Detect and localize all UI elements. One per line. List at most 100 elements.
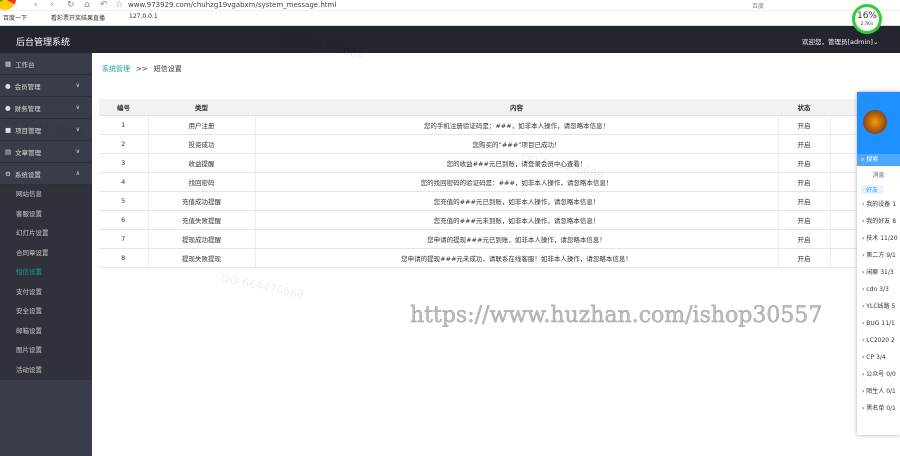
url-field[interactable]: www.973929.com/chuhzg19vgabxm/system_mes… [128, 1, 336, 9]
submenu-security[interactable]: 安全设置 [0, 302, 92, 322]
sidebar-item-finance[interactable]: ● 财务管理 ∨ [0, 97, 92, 119]
column-header: 内容 [255, 99, 778, 116]
cell-status: 开启 [778, 210, 831, 230]
qq-group[interactable]: › cdn 3/3 [857, 281, 900, 298]
breadcrumb: 系统管理 >> 短信设置 [102, 64, 182, 74]
qq-group[interactable]: › CP 3/4 [857, 349, 900, 366]
chevron-down-icon: ∨ [75, 82, 80, 89]
watermark: QQ-664470688 [219, 271, 306, 302]
table-row[interactable]: 6充值失败提醒您充值的###元未到账，如非本人操作，请忽略本信息！开启18 [99, 210, 899, 230]
sidebar-label: 财务管理 [14, 104, 41, 113]
sidebar-item-dashboard[interactable]: ▦ 工作台 [0, 53, 92, 75]
cell-status: 开启 [778, 191, 831, 211]
address-bar: ‹ › ↻ ⌂ ↶ ☆ www.973929.com/chuhzg19vgabx… [0, 0, 900, 11]
sidebar-item-projects[interactable]: ■ 项目管理 ∨ [0, 119, 92, 141]
star-icon[interactable]: ☆ [115, 0, 123, 10]
grid-icon: ▦ [5, 59, 12, 68]
qq-group[interactable]: › 陌生人 0/1 [857, 383, 900, 400]
app-title: 后台管理系统 [16, 38, 71, 48]
chevron-down-icon: ⌄ [872, 38, 879, 46]
column-header: 类型 [148, 99, 255, 116]
qq-group[interactable]: › 技术 11/20 [857, 230, 900, 247]
submenu-email[interactable]: 邮箱设置 [0, 321, 92, 341]
qq-group[interactable]: › 我的好友 8 [857, 213, 900, 230]
table-row[interactable]: 1用户注册您的手机注册验证码是：###，如非本人操作，请忽略本信息！开启18 [99, 115, 899, 135]
table-row[interactable]: 2投资成功您购买的“###”项目已成功！开启18 [99, 134, 899, 154]
breadcrumb-parent[interactable]: 系统管理 [102, 65, 130, 73]
speed-percent: 16% [856, 11, 877, 21]
cell-type: 找回密码 [148, 172, 256, 192]
cell-id: 6 [99, 210, 149, 230]
qq-group[interactable]: › BUG 11/1 [857, 315, 900, 332]
qq-profile [857, 92, 900, 154]
cell-content: 您申请的提现###元已到账，如非本人操作，请忽略本信息！ [255, 229, 779, 249]
sidebar: ▦ 工作台 ● 会员管理 ∨ ● 财务管理 ∨ ■ 项目管理 ∨ ▤ 文章管理 ∨ ⚙ 系统设置 ∧ … [0, 53, 92, 456]
qq-tab-friends[interactable]: 好友 [861, 185, 883, 194]
home-icon[interactable]: ⌂ [84, 0, 90, 10]
qq-group[interactable]: › 公众号 0/0 [857, 366, 900, 383]
member-icon: ● [5, 81, 11, 90]
document-icon: ▤ [5, 147, 12, 156]
cell-content: 您充值的###元已到账，如非本人操作，请忽略本信息！ [255, 191, 779, 211]
submenu-contract-seal[interactable]: 合同章设置 [0, 243, 92, 263]
bookmark[interactable]: 127.0.0.1 [129, 13, 158, 22]
cell-status: 开启 [778, 172, 831, 192]
sidebar-label: 工作台 [15, 60, 35, 69]
table-row[interactable]: 4找回密码您的找回密码的验证码是：###，如非本人操作，请忽略本信息！开启18 [99, 172, 899, 192]
sidebar-item-settings[interactable]: ⚙ 系统设置 ∧ [0, 163, 92, 185]
undo-icon[interactable]: ↶ [100, 0, 108, 10]
qq-group[interactable]: › 闲聊 31/3 [857, 264, 900, 281]
table-row[interactable]: 8 提现失败提现 您申请的提现###元未成功，请联系在线客服！如非本人操作，请忽略本… [99, 248, 899, 268]
chevron-down-icon: ∨ [75, 148, 80, 155]
cell-content: 您购买的“###”项目已成功！ [255, 134, 779, 154]
bookmark[interactable]: 百度一下 [3, 13, 27, 22]
user-label: 欢迎您，管理员[admin] [802, 38, 873, 46]
reload-icon[interactable]: ↻ [67, 0, 75, 10]
cell-id: 7 [99, 229, 149, 249]
speed-rate: 2.7K/s [860, 21, 874, 26]
baidu-link[interactable]: 百度 [752, 1, 764, 10]
speed-gauge[interactable]: 16% 2.7K/s [852, 4, 882, 34]
submenu-site-info[interactable]: 网站信息 [0, 185, 92, 205]
cell-content: 您的手机注册验证码是：###，如非本人操作，请忽略本信息！ [255, 115, 779, 135]
bookmark[interactable]: 看彩票开奖结果直播 [51, 13, 105, 22]
browser-chrome: ‹ › ↻ ⌂ ↶ ☆ www.973929.com/chuhzg19vgabx… [0, 0, 900, 26]
qq-tab-messages[interactable]: 消息 [857, 166, 900, 183]
qq-group[interactable]: › 黑名单 0/1 [857, 400, 900, 417]
cell-id: 1 [99, 115, 149, 135]
submenu-slides[interactable]: 幻灯片设置 [0, 224, 92, 244]
submenu-service[interactable]: 客服设置 [0, 204, 92, 224]
user-menu[interactable]: 欢迎您，管理员[admin]⌄ [802, 36, 878, 46]
qq-group[interactable]: › 第二方 9/1 [857, 247, 900, 264]
cell-type: 提现失败提现 [148, 248, 256, 268]
cell-type: 用户注册 [148, 115, 256, 135]
forward-icon[interactable]: › [50, 0, 54, 10]
cell-type: 充值失败提醒 [148, 210, 256, 230]
table-row[interactable]: 5充值成功提醒您充值的###元已到账，如非本人操作，请忽略本信息！开启18 [99, 191, 899, 211]
qq-search[interactable]: ⌕ 搜索 [857, 154, 900, 166]
table-row[interactable]: 3收益提醒您的收益###元已到账，请登录会员中心查看！开启18 [99, 153, 899, 173]
cell-type: 充值成功提醒 [148, 191, 256, 211]
cell-content: 您的收益###元已到账，请登录会员中心查看！ [255, 153, 779, 173]
project-icon: ■ [5, 125, 12, 134]
app-header: 后台管理系统 欢迎您，管理员[admin]⌄ [0, 26, 900, 53]
avatar[interactable] [863, 110, 887, 134]
submenu-payment[interactable]: 支付设置 [0, 282, 92, 302]
chevron-down-icon: ∨ [75, 126, 80, 133]
submenu-activity[interactable]: 活动设置 [0, 360, 92, 380]
qq-group[interactable]: › LC2020 2 [857, 332, 900, 349]
cell-id: 8 [99, 248, 149, 268]
back-icon[interactable]: ‹ [34, 0, 38, 10]
submenu-images[interactable]: 图片设置 [0, 341, 92, 361]
qq-group[interactable]: › 我的设备 1 [857, 196, 900, 213]
qq-group[interactable]: › YLC线路 5 [857, 298, 900, 315]
sidebar-item-articles[interactable]: ▤ 文章管理 ∨ [0, 141, 92, 163]
cell-status: 开启 [778, 153, 831, 173]
cell-content: 您充值的###元未到账，如非本人操作，请忽略本信息！ [255, 210, 779, 230]
qq-search-label: 搜索 [866, 156, 879, 163]
table-row[interactable]: 7提现成功提醒您申请的提现###元已到账，如非本人操作，请忽略本信息！开启18 [99, 229, 899, 249]
sidebar-label: 项目管理 [15, 126, 42, 135]
submenu-sms[interactable]: 短信设置 [0, 263, 92, 283]
cell-status: 开启 [778, 248, 831, 268]
sidebar-item-members[interactable]: ● 会员管理 ∨ [0, 75, 92, 97]
